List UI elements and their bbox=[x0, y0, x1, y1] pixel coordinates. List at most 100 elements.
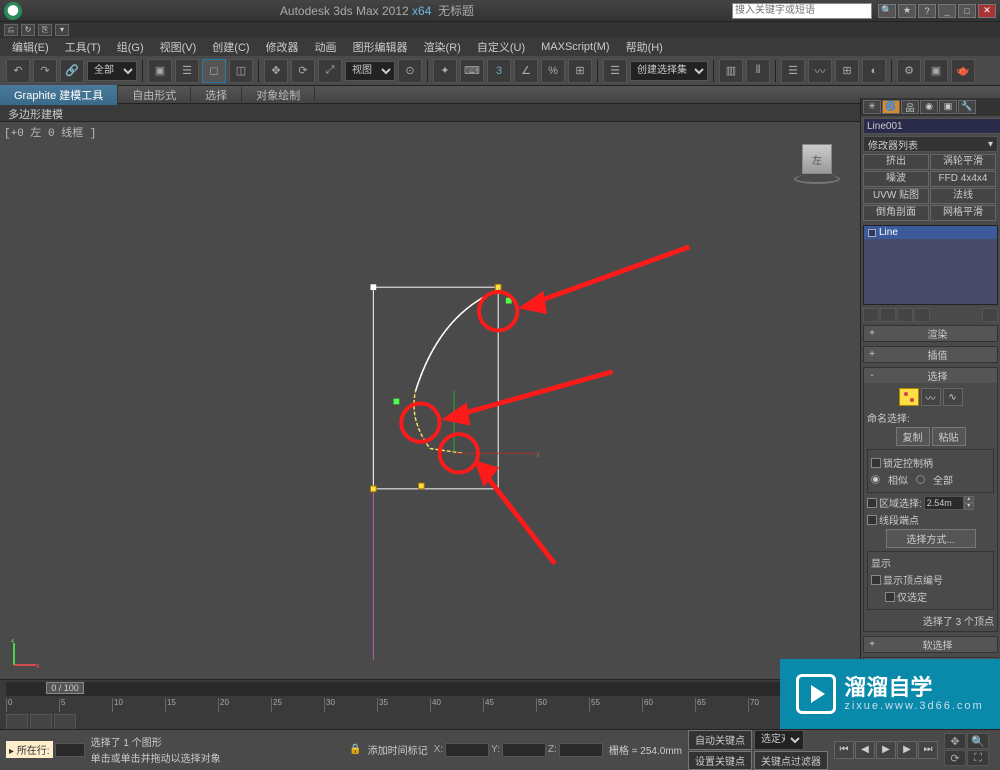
menu-item[interactable]: 动画 bbox=[307, 37, 345, 57]
named-sel-set[interactable]: 创建选择集 bbox=[630, 61, 708, 81]
modify-tab-icon[interactable]: 🌀 bbox=[882, 100, 900, 114]
setkey-button[interactable]: 设置关键点 bbox=[688, 751, 752, 770]
object-name-input[interactable] bbox=[863, 118, 1000, 134]
hierarchy-tab-icon[interactable]: 品 bbox=[901, 100, 919, 114]
menu-item[interactable]: 修改器 bbox=[258, 37, 307, 57]
menu-item[interactable]: 渲染(R) bbox=[416, 37, 469, 57]
menu-item[interactable]: 帮助(H) bbox=[618, 37, 671, 57]
ref-coord-select[interactable]: 视图 bbox=[345, 61, 395, 81]
redo-button[interactable]: ↷ bbox=[33, 59, 57, 83]
modifier-button[interactable]: 挤出 bbox=[863, 154, 929, 170]
modifier-button[interactable]: FFD 4x4x4 bbox=[930, 171, 996, 187]
qat-btn[interactable]: ⎘ bbox=[38, 24, 52, 36]
unique-button[interactable] bbox=[897, 308, 913, 322]
x-coord-input[interactable] bbox=[445, 743, 489, 757]
modifier-button[interactable]: 法线 bbox=[930, 188, 996, 204]
icon-btn[interactable]: ★ bbox=[898, 4, 916, 18]
menu-item[interactable]: 工具(T) bbox=[57, 37, 109, 57]
modifier-button[interactable]: UVW 贴图 bbox=[863, 188, 929, 204]
pct-snap-button[interactable]: % bbox=[541, 59, 565, 83]
icon-btn[interactable]: ? bbox=[918, 4, 936, 18]
menu-item[interactable]: 编辑(E) bbox=[4, 37, 57, 57]
icon-btn[interactable]: 🔍 bbox=[878, 4, 896, 18]
remove-mod-button[interactable] bbox=[914, 308, 930, 322]
goto-start-button[interactable]: ⏮ bbox=[834, 741, 854, 759]
snap-button[interactable]: 3 bbox=[487, 59, 511, 83]
selection-filter[interactable]: 全部 bbox=[87, 61, 137, 81]
stack-expand-icon[interactable] bbox=[868, 229, 876, 237]
segment-subobj-button[interactable]: 〰 bbox=[921, 388, 941, 406]
scale-button[interactable]: ⤢ bbox=[318, 59, 342, 83]
mat-ed-button[interactable]: ◐ bbox=[862, 59, 886, 83]
menu-item[interactable]: MAXScript(M) bbox=[533, 39, 617, 55]
configure-button[interactable] bbox=[982, 308, 998, 322]
minimize-button[interactable]: _ bbox=[938, 4, 956, 18]
play-button[interactable]: ▶ bbox=[876, 741, 896, 759]
time-slider[interactable]: 0 / 100 bbox=[6, 682, 854, 696]
align-button[interactable]: ⫴ bbox=[746, 59, 770, 83]
keyfilter-button[interactable]: 关键点过滤器 bbox=[754, 751, 828, 770]
select-rect-button[interactable]: ◻ bbox=[202, 59, 226, 83]
showvert-checkbox[interactable] bbox=[871, 575, 881, 585]
nav-max-button[interactable]: ⛶ bbox=[967, 750, 989, 766]
time-position[interactable]: 0 / 100 bbox=[46, 682, 84, 694]
viewport[interactable]: [+0 左 0 线框 ] 左 x z bbox=[0, 122, 860, 679]
close-button[interactable]: ✕ bbox=[978, 4, 996, 18]
time-ruler[interactable]: 0 5 10 15 20 25 30 35 40 45 50 55 60 65 … bbox=[6, 698, 854, 712]
pivot-button[interactable]: ⊙ bbox=[398, 59, 422, 83]
timeline-btn[interactable] bbox=[6, 714, 28, 730]
nav-orbit-button[interactable]: ⟳ bbox=[944, 750, 966, 766]
goto-end-button[interactable]: ⏭ bbox=[918, 741, 938, 759]
layers-button[interactable]: ☰ bbox=[781, 59, 805, 83]
modifier-list-dropdown[interactable]: 修改器列表▾ bbox=[863, 136, 998, 152]
onlysel-checkbox[interactable] bbox=[885, 592, 895, 602]
modifier-button[interactable]: 倒角剖面 bbox=[863, 205, 929, 221]
spin-up[interactable]: ▴ bbox=[964, 496, 974, 503]
render-button[interactable]: 🫖 bbox=[951, 59, 975, 83]
paste-button[interactable]: 粘贴 bbox=[932, 427, 966, 446]
render-setup-button[interactable]: ⚙ bbox=[897, 59, 921, 83]
motion-tab-icon[interactable]: ◉ bbox=[920, 100, 938, 114]
maximize-button[interactable]: □ bbox=[958, 4, 976, 18]
similar-radio[interactable] bbox=[871, 475, 880, 484]
app-icon[interactable]: ⬤ bbox=[4, 2, 22, 20]
menu-item[interactable]: 组(G) bbox=[109, 37, 152, 57]
segend-checkbox[interactable] bbox=[867, 515, 877, 525]
y-coord-input[interactable] bbox=[502, 743, 546, 757]
window-crossing-button[interactable]: ◫ bbox=[229, 59, 253, 83]
schematic-button[interactable]: ⊞ bbox=[835, 59, 859, 83]
vertex-subobj-button[interactable] bbox=[899, 388, 919, 406]
menu-item[interactable]: 创建(C) bbox=[204, 37, 257, 57]
modifier-button[interactable]: 噪波 bbox=[863, 171, 929, 187]
ribbon-tab-paint[interactable]: 对象绘制 bbox=[242, 85, 315, 105]
nav-pan-button[interactable]: ✥ bbox=[944, 733, 966, 749]
qat-btn[interactable]: ↻ bbox=[21, 24, 35, 36]
display-tab-icon[interactable]: ▣ bbox=[939, 100, 957, 114]
ribbon-tab-freeform[interactable]: 自由形式 bbox=[118, 85, 191, 105]
modifier-button[interactable]: 涡轮平滑 bbox=[930, 154, 996, 170]
spline-subobj-button[interactable]: ∿ bbox=[943, 388, 963, 406]
ribbon-tab-selection[interactable]: 选择 bbox=[191, 85, 242, 105]
help-search-input[interactable] bbox=[732, 3, 872, 19]
keytarget-select[interactable]: 选定对象 bbox=[754, 730, 804, 750]
link-button[interactable]: 🔗 bbox=[60, 59, 84, 83]
spinner-snap-button[interactable]: ⊞ bbox=[568, 59, 592, 83]
curve-ed-button[interactable]: 〰 bbox=[808, 59, 832, 83]
all-radio[interactable] bbox=[916, 475, 925, 484]
lock-icon[interactable]: 🔒 bbox=[349, 744, 361, 755]
select-by-button[interactable]: 选择方式... bbox=[886, 529, 976, 548]
mirror-button[interactable]: ▥ bbox=[719, 59, 743, 83]
z-coord-input[interactable] bbox=[559, 743, 603, 757]
copy-button[interactable]: 复制 bbox=[896, 427, 930, 446]
add-marker-label[interactable]: 添加时间标记 bbox=[368, 742, 428, 757]
spin-down[interactable]: ▾ bbox=[964, 503, 974, 510]
pin-stack-button[interactable] bbox=[863, 308, 879, 322]
ribbon-tab-graphite[interactable]: Graphite 建模工具 bbox=[0, 85, 118, 105]
keymode-button[interactable]: ⌨ bbox=[460, 59, 484, 83]
timeline-btn[interactable] bbox=[54, 714, 76, 730]
qat-btn[interactable]: ⎌ bbox=[4, 24, 18, 36]
timeline-btn[interactable] bbox=[30, 714, 52, 730]
utilities-tab-icon[interactable]: 🔧 bbox=[958, 100, 976, 114]
lock-handles-checkbox[interactable] bbox=[871, 458, 881, 468]
rendered-frame-button[interactable]: ▣ bbox=[924, 59, 948, 83]
